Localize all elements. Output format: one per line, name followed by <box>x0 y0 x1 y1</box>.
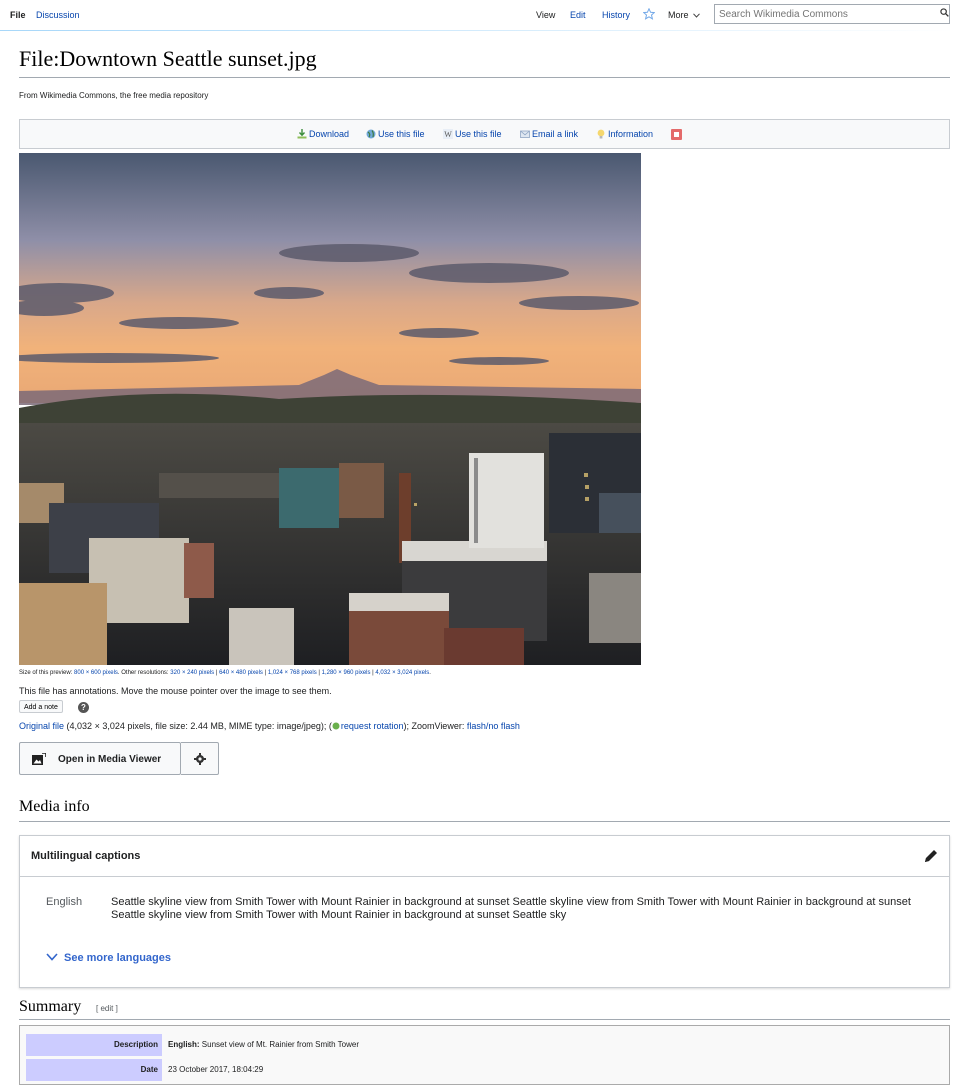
chevron-down-icon <box>693 13 700 18</box>
caption-language: English <box>46 896 83 908</box>
see-more-languages-link[interactable]: See more languages <box>46 952 171 964</box>
resolution-link[interactable]: 4,032 × 3,024 pixels <box>375 670 429 676</box>
top-navigation: File Discussion View Edit History More <box>0 0 954 32</box>
add-note-button[interactable]: Add a note <box>19 700 63 713</box>
tab-view[interactable]: View <box>534 6 557 24</box>
row-value: English: Sunset view of Mt. Rainier from… <box>168 1034 359 1056</box>
use-file-web-link[interactable]: Use this file <box>366 129 425 139</box>
pencil-icon[interactable] <box>922 847 940 865</box>
resolution-link[interactable]: 640 × 480 pixels <box>219 670 263 676</box>
row-value-text: 23 October 2017, 18:04:29 <box>168 1065 264 1074</box>
row-label: Description <box>26 1034 162 1056</box>
more-menu-label: More <box>668 10 689 20</box>
summary-table: Description English: Sunset view of Mt. … <box>19 1025 950 1085</box>
preview-size-label: Size of this preview: <box>19 670 73 676</box>
caption-text: Seattle skyline view from Smith Tower wi… <box>111 896 911 921</box>
search-input[interactable] <box>714 4 950 24</box>
zoomviewer-link[interactable]: flash/no flash <box>467 721 520 731</box>
media-viewer-icon <box>32 753 46 765</box>
globe-icon <box>366 129 376 139</box>
row-value: 23 October 2017, 18:04:29 <box>168 1059 263 1081</box>
resolution-link[interactable]: 1,280 × 960 pixels <box>322 670 371 676</box>
annotations-notice: This file has annotations. Move the mous… <box>19 686 332 696</box>
info-bulb-icon <box>597 129 605 139</box>
tab-discussion[interactable]: Discussion <box>32 6 84 24</box>
w-icon: W <box>443 129 453 139</box>
zoomviewer-label: ); ZoomViewer: <box>403 721 465 731</box>
request-rotation-link[interactable]: request rotation <box>341 721 404 731</box>
gear-icon <box>194 753 206 765</box>
email-link[interactable]: Email a link <box>520 129 578 139</box>
use-file-wiki-label: Use this file <box>455 129 502 139</box>
resolution-link[interactable]: 320 × 240 pixels <box>170 670 214 676</box>
media-viewer-settings-button[interactable] <box>181 742 219 775</box>
download-icon <box>297 129 307 139</box>
resolutions-end: . <box>429 670 431 676</box>
current-resolution-link[interactable]: 800 × 600 pixels <box>74 670 118 676</box>
multilingual-captions-panel: Multilingual captions English Seattle sk… <box>19 835 950 988</box>
tab-edit[interactable]: Edit <box>568 6 588 24</box>
other-resolutions-label: . Other resolutions: <box>117 670 169 676</box>
information-link[interactable]: Information <box>596 129 653 139</box>
row-label: Date <box>26 1059 162 1081</box>
open-media-viewer-button[interactable]: Open in Media Viewer <box>19 742 181 775</box>
site-tagline: From Wikimedia Commons, the free media r… <box>19 91 209 100</box>
more-menu[interactable]: More <box>666 6 702 24</box>
rotate-icon <box>332 722 340 730</box>
email-label: Email a link <box>532 129 579 139</box>
help-icon[interactable]: ? <box>78 702 89 713</box>
summary-heading: Summary <box>19 998 82 1015</box>
tab-history[interactable]: History <box>600 6 632 24</box>
preview-resolutions: Size of this preview: 800 × 600 pixels. … <box>19 670 431 676</box>
tab-file[interactable]: File <box>6 6 30 24</box>
media-info-divider <box>19 821 950 822</box>
page-title: File:Downtown Seattle sunset.jpg <box>19 46 317 71</box>
search-icon[interactable] <box>940 8 949 17</box>
email-icon <box>520 130 530 138</box>
see-more-languages-label: See more languages <box>64 952 171 964</box>
title-divider <box>19 77 950 78</box>
original-file-link[interactable]: Original file <box>19 721 64 731</box>
summary-edit-link[interactable]: [ edit ] <box>96 1004 118 1013</box>
use-file-wiki-link[interactable]: W Use this file <box>443 129 502 139</box>
table-row: Description English: Sunset view of Mt. … <box>26 1034 946 1056</box>
tab-divider <box>0 30 954 31</box>
open-media-viewer-label: Open in Media Viewer <box>58 754 162 765</box>
summary-divider <box>19 1019 950 1020</box>
captions-title: Multilingual captions <box>31 850 141 862</box>
report-icon[interactable] <box>671 129 682 140</box>
table-row: Date 23 October 2017, 18:04:29 <box>26 1059 946 1081</box>
seattle-sunset-photo[interactable] <box>19 153 641 665</box>
download-link[interactable]: Download <box>297 129 349 139</box>
resolution-link[interactable]: 1,024 × 768 pixels <box>268 670 317 676</box>
original-file-details: (4,032 × 3,024 pixels, file size: 2.44 M… <box>66 721 332 731</box>
chevron-down-icon <box>46 953 58 961</box>
svg-text:W: W <box>444 130 452 139</box>
row-value-lang: English: <box>168 1040 200 1049</box>
original-file-info: Original file (4,032 × 3,024 pixels, fil… <box>19 721 520 731</box>
use-file-web-label: Use this file <box>378 129 425 139</box>
media-info-heading: Media info <box>19 798 90 815</box>
download-label: Download <box>309 129 350 139</box>
information-label: Information <box>608 129 654 139</box>
file-toolbar: Download Use this file W Use this file E… <box>19 119 950 149</box>
watch-star-icon[interactable] <box>643 8 655 20</box>
captions-header: Multilingual captions <box>20 836 949 877</box>
row-value-text: Sunset view of Mt. Rainier from Smith To… <box>199 1040 360 1049</box>
